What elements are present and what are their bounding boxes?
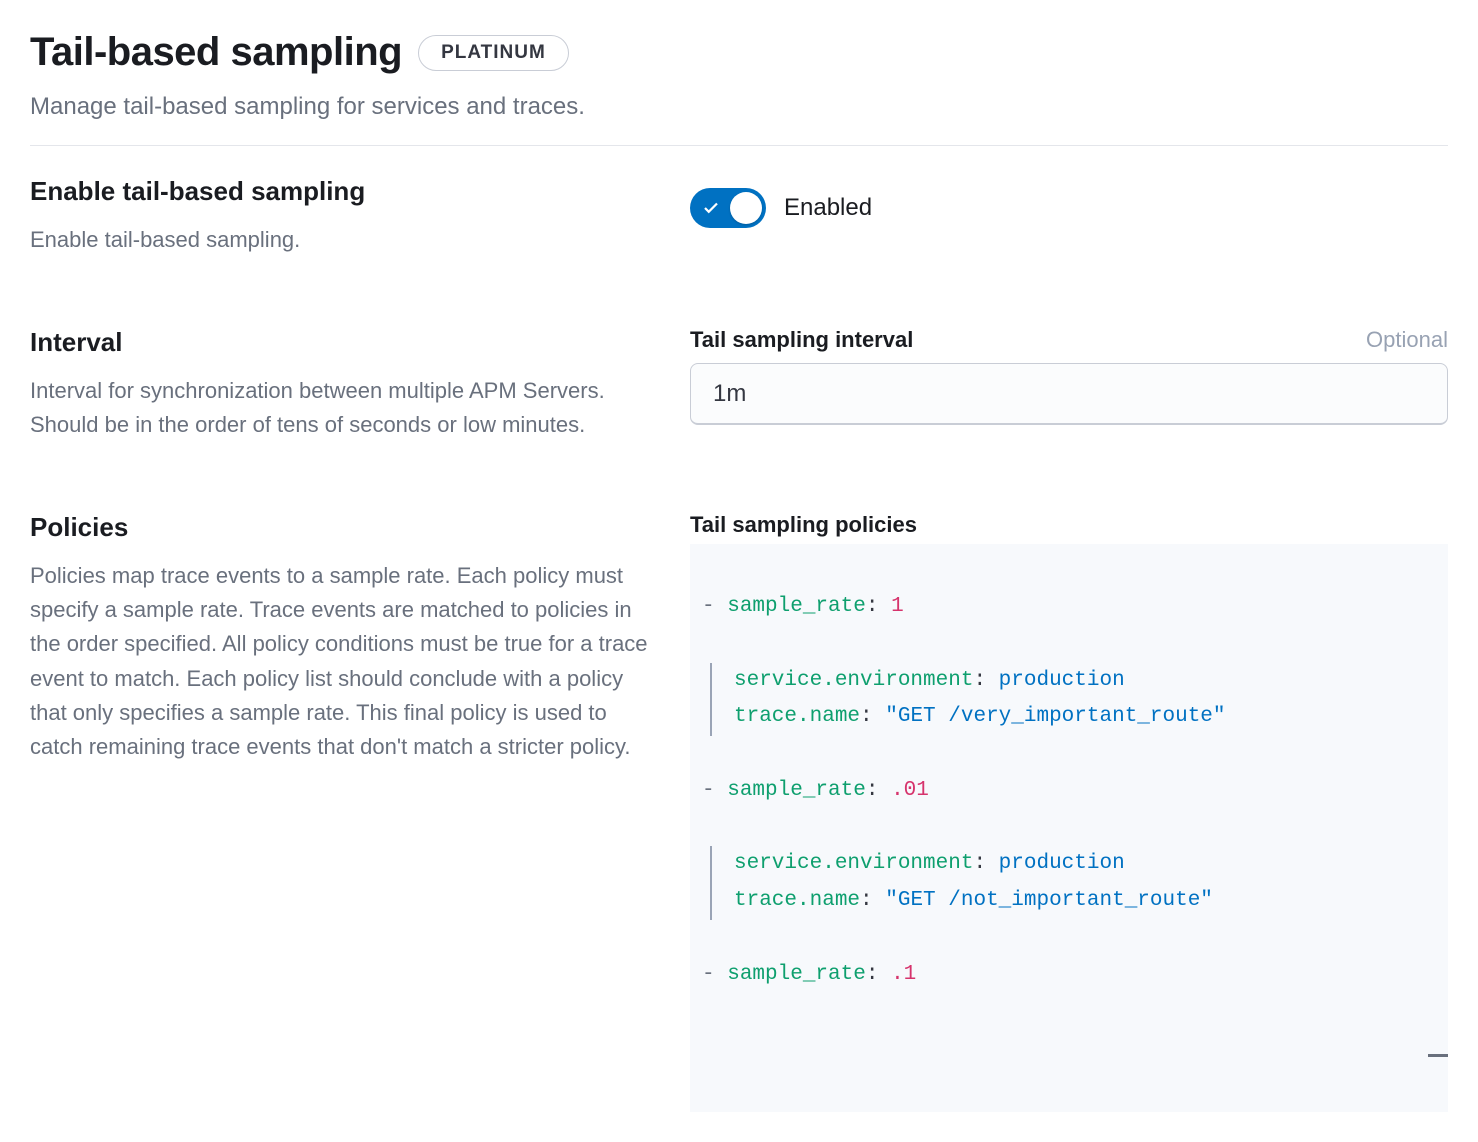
- interval-input[interactable]: [690, 363, 1448, 425]
- policies-field-label: Tail sampling policies: [690, 512, 917, 538]
- divider: [30, 145, 1448, 146]
- enable-heading: Enable tail-based sampling: [30, 176, 650, 207]
- policies-code-editor[interactable]: - sample_rate: 1 service.environment: pr…: [690, 544, 1448, 1111]
- interval-heading: Interval: [30, 327, 650, 358]
- page-title: Tail-based sampling: [30, 30, 402, 75]
- check-icon: [702, 199, 720, 217]
- interval-section: Interval Interval for synchronization be…: [30, 327, 1448, 442]
- page-subtitle: Manage tail-based sampling for services …: [30, 93, 1448, 121]
- policies-section: Policies Policies map trace events to a …: [30, 512, 1448, 1111]
- policies-heading: Policies: [30, 512, 650, 543]
- policies-description: Policies map trace events to a sample ra…: [30, 559, 650, 764]
- optional-label: Optional: [1366, 327, 1448, 353]
- interval-field-label: Tail sampling interval: [690, 327, 913, 353]
- enable-toggle[interactable]: [690, 188, 766, 228]
- enable-section: Enable tail-based sampling Enable tail-b…: [30, 176, 1448, 257]
- interval-description: Interval for synchronization between mul…: [30, 374, 650, 442]
- plan-badge: PLATINUM: [418, 35, 569, 71]
- resize-handle-icon[interactable]: [1428, 1054, 1452, 1060]
- enable-description: Enable tail-based sampling.: [30, 223, 650, 257]
- toggle-state-label: Enabled: [784, 194, 872, 222]
- toggle-knob: [730, 192, 762, 224]
